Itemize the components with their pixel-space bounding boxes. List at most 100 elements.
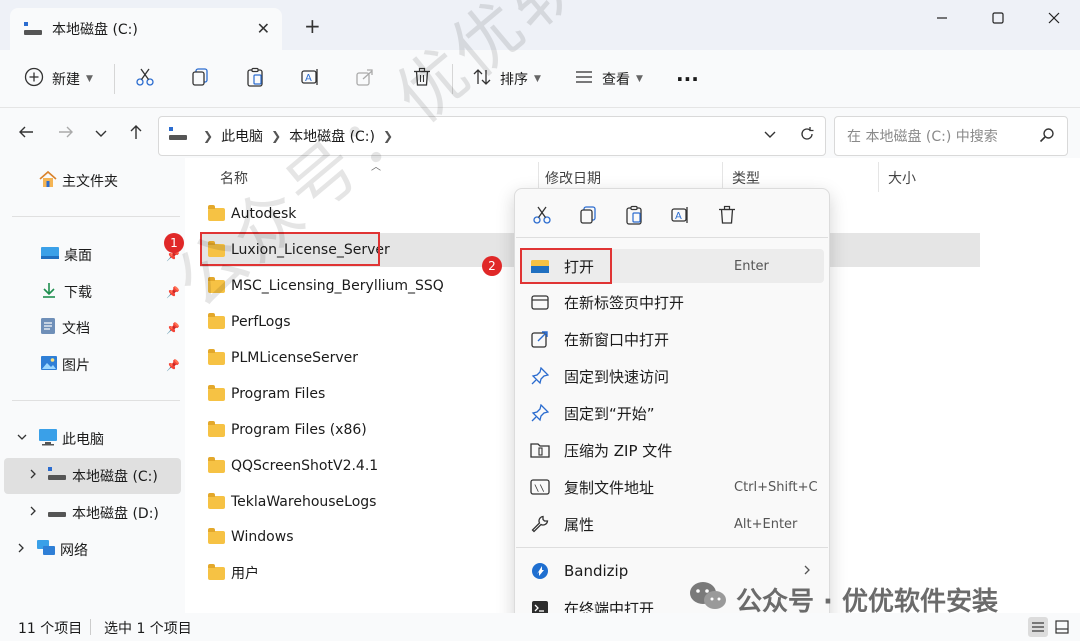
menu-item-pin-start[interactable]: 固定到“开始” xyxy=(520,396,824,430)
drive-icon xyxy=(169,127,187,145)
table-row[interactable]: Program Files xyxy=(200,377,325,411)
breadcrumb-this-pc[interactable]: 此电脑 xyxy=(221,126,263,146)
address-bar[interactable]: ❯ 此电脑 ❯ 本地磁盘 (C:) ❯ xyxy=(158,116,826,156)
divider xyxy=(12,400,180,401)
pin-icon xyxy=(530,367,550,385)
close-window-button[interactable] xyxy=(1036,6,1072,30)
paste-icon[interactable] xyxy=(624,205,644,229)
svg-text:A: A xyxy=(675,211,682,222)
table-row[interactable]: 用户 xyxy=(200,556,259,590)
view-label: 查看 xyxy=(602,72,630,88)
tiles-view-icon xyxy=(1055,620,1069,634)
download-icon xyxy=(40,281,58,303)
column-header-size[interactable]: 大小 xyxy=(888,168,916,188)
column-divider xyxy=(878,162,879,192)
selection-count: 选中 1 个项目 xyxy=(104,621,192,637)
menu-item-copy-path[interactable]: \\ 复制文件地址 Ctrl+Shift+C xyxy=(520,470,824,504)
up-arrow-icon[interactable] xyxy=(128,124,144,145)
drive-icon xyxy=(24,22,42,36)
chevron-right-icon[interactable] xyxy=(16,542,26,558)
menu-item-label: 复制文件地址 xyxy=(564,478,655,497)
forward-arrow-icon[interactable] xyxy=(58,124,74,145)
table-row[interactable]: Program Files (x86) xyxy=(200,413,367,447)
close-tab-icon[interactable]: ✕ xyxy=(257,19,270,38)
details-view-toggle[interactable] xyxy=(1028,617,1048,637)
more-options-button[interactable]: ··· xyxy=(676,62,699,96)
file-name: PLMLicenseServer xyxy=(231,350,359,366)
network-icon xyxy=(36,539,56,561)
sidebar-item-documents[interactable]: 文档 📌 xyxy=(40,311,185,345)
chevron-down-icon[interactable] xyxy=(16,431,28,447)
chevron-right-icon xyxy=(802,562,812,580)
sidebar-item-drive-d[interactable]: 本地磁盘 (D:) xyxy=(28,496,159,530)
sidebar-item-pictures[interactable]: 图片 📌 xyxy=(40,348,185,382)
pin-icon[interactable]: 📌 xyxy=(166,286,180,299)
sidebar-item-drive-c[interactable]: 本地磁盘 (C:) xyxy=(28,459,158,493)
copy-button[interactable] xyxy=(190,62,210,96)
sidebar-item-label: 图片 xyxy=(62,358,90,374)
folder-icon xyxy=(208,348,225,365)
desktop-icon xyxy=(40,245,60,265)
table-row[interactable]: QQScreenShotV2.4.1 xyxy=(200,449,378,483)
sidebar-item-network[interactable]: 网络 xyxy=(16,533,88,567)
chevron-right-icon[interactable] xyxy=(28,505,38,521)
table-row[interactable]: TeklaWarehouseLogs xyxy=(200,485,376,519)
file-name: QQScreenShotV2.4.1 xyxy=(231,458,379,474)
file-name: TeklaWarehouseLogs xyxy=(231,494,377,510)
menu-item-open-new-tab[interactable]: 在新标签页中打开 xyxy=(520,285,824,319)
pin-icon[interactable]: 📌 xyxy=(166,322,180,335)
pin-icon[interactable]: 📌 xyxy=(166,359,180,372)
minimize-button[interactable] xyxy=(924,6,960,30)
column-header-modified[interactable]: 修改日期 xyxy=(545,168,601,188)
sidebar-item-label: 本地磁盘 (C:) xyxy=(72,469,158,485)
maximize-button[interactable] xyxy=(980,6,1016,30)
chevron-right-icon: ❯ xyxy=(203,129,214,143)
file-name: PerfLogs xyxy=(231,314,291,330)
paste-button[interactable] xyxy=(245,62,265,96)
menu-item-label: 在新标签页中打开 xyxy=(564,293,685,312)
file-name: Program Files xyxy=(231,386,326,402)
footer-watermark-text: 公众号 · 优优软件安装 xyxy=(736,587,998,617)
menu-item-open-new-window[interactable]: 在新窗口中打开 xyxy=(520,322,824,356)
menu-item-compress-zip[interactable]: 压缩为 ZIP 文件 xyxy=(520,433,824,467)
sidebar-item-label: 文档 xyxy=(62,321,90,337)
chevron-right-icon[interactable] xyxy=(28,468,38,484)
menu-item-label: Bandizip xyxy=(564,562,629,580)
new-tab-button[interactable]: + xyxy=(304,14,321,38)
address-dropdown-icon[interactable] xyxy=(763,127,777,145)
rename-button[interactable]: A xyxy=(300,62,320,96)
recent-chevron-icon[interactable] xyxy=(94,124,108,145)
copy-icon[interactable] xyxy=(578,205,598,229)
table-row[interactable]: Windows xyxy=(200,520,294,554)
sidebar-item-this-pc[interactable]: 此电脑 xyxy=(16,422,104,456)
list-view-icon xyxy=(574,67,594,91)
new-button[interactable]: 新建 ▼ xyxy=(24,62,93,96)
column-header-type[interactable]: 类型 xyxy=(732,168,760,188)
sidebar-item-label: 网络 xyxy=(60,543,88,559)
trash-icon[interactable] xyxy=(717,205,737,229)
sidebar-item-home[interactable]: 主文件夹 xyxy=(38,164,118,198)
rename-icon[interactable]: A xyxy=(670,205,690,229)
back-arrow-icon[interactable] xyxy=(18,124,34,145)
search-box[interactable]: 在 本地磁盘 (C:) 中搜索 xyxy=(834,116,1068,156)
view-button[interactable]: 查看 ▼ xyxy=(574,62,643,96)
chevron-down-icon: ▼ xyxy=(534,74,541,84)
command-bar: 新建 ▼ A 排序 ▼ 查看 ▼ ··· xyxy=(0,50,1080,108)
cut-icon[interactable] xyxy=(532,205,552,229)
menu-divider xyxy=(516,547,828,548)
tiles-view-toggle[interactable] xyxy=(1052,617,1072,637)
tab-local-disk-c[interactable]: 本地磁盘 (C:) ✕ xyxy=(10,8,282,50)
sidebar-item-downloads[interactable]: 下载 📌 xyxy=(40,275,185,309)
menu-item-pin-quick-access[interactable]: 固定到快速访问 xyxy=(520,359,824,393)
search-icon xyxy=(1039,127,1055,147)
refresh-icon[interactable] xyxy=(799,126,815,146)
sidebar-item-label: 本地磁盘 (D:) xyxy=(72,506,159,522)
menu-item-label: 在新窗口中打开 xyxy=(564,330,670,349)
plus-circle-icon xyxy=(24,67,44,91)
search-input[interactable]: 在 本地磁盘 (C:) 中搜索 xyxy=(847,126,998,146)
step-badge-2: 2 xyxy=(482,256,502,276)
table-row[interactable]: PLMLicenseServer xyxy=(200,341,358,375)
cut-button[interactable] xyxy=(135,62,155,96)
menu-item-properties[interactable]: 属性 Alt+Enter xyxy=(520,507,824,541)
wechat-icon xyxy=(688,580,728,619)
